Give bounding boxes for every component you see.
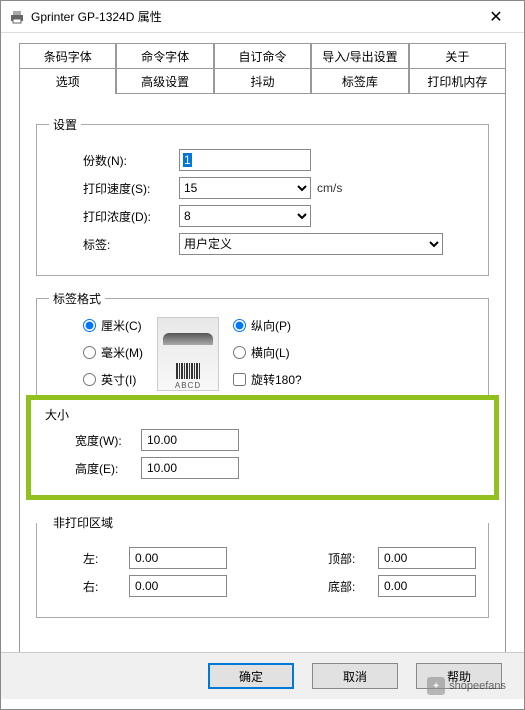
bottom-input[interactable] [378,575,476,597]
speed-label: 打印速度(S): [49,180,179,197]
watermark: ✦ shopeefans [427,677,506,695]
speed-select[interactable]: 15 [179,177,311,199]
stock-select[interactable]: 用户定义 [179,233,443,255]
content-area: 条码字体 命令字体 自订命令 导入/导出设置 关于 选项 高级设置 抖动 标签库… [1,33,524,673]
orientation-landscape-radio[interactable]: 横向(L) [233,344,302,361]
unit-inch-radio[interactable]: 英寸(I) [83,371,143,388]
unit-mm-radio[interactable]: 毫米(M) [83,344,143,361]
height-input[interactable] [141,457,239,479]
tab-options[interactable]: 选项 [19,68,116,94]
rotate180-checkbox[interactable]: 旋转180? [233,371,302,388]
tab-printer-memory[interactable]: 打印机内存 [409,68,506,94]
label-format-group: 标签格式 厘米(C) 毫米(M) 英寸(I) ABCD [36,290,489,395]
tab-import-export[interactable]: 导入/导出设置 [311,43,408,69]
left-input[interactable] [129,547,227,569]
right-label: 右: [49,578,129,595]
label-preview-icon: ABCD [157,317,219,391]
properties-dialog: Gprinter GP-1324D 属性 ✕ 条码字体 命令字体 自订命令 导入… [0,0,525,710]
tab-dither[interactable]: 抖动 [214,68,311,94]
density-label: 打印浓度(D): [49,208,179,225]
width-input[interactable] [141,429,239,451]
wechat-icon: ✦ [427,677,445,695]
printer-icon [9,9,25,25]
settings-legend: 设置 [49,116,81,133]
left-label: 左: [49,550,129,567]
bottom-label: 底部: [328,578,378,595]
watermark-text: shopeefans [449,680,506,692]
settings-group: 设置 份数(N): 1 打印速度(S): 15 cm/s 打印浓度(D): [36,116,489,276]
tab-command-font[interactable]: 命令字体 [116,43,213,69]
label-format-legend: 标签格式 [49,290,105,307]
titlebar: Gprinter GP-1324D 属性 ✕ [1,1,524,33]
cancel-button[interactable]: 取消 [312,663,398,689]
copies-input[interactable]: 1 [183,153,192,167]
speed-unit: cm/s [317,181,342,195]
unit-cm-radio[interactable]: 厘米(C) [83,317,143,334]
stock-label: 标签: [49,236,179,253]
ok-button[interactable]: 确定 [208,663,294,689]
tab-control: 条码字体 命令字体 自订命令 导入/导出设置 关于 选项 高级设置 抖动 标签库… [19,43,506,673]
right-input[interactable] [129,575,227,597]
tab-custom-command[interactable]: 自订命令 [214,43,311,69]
tab-label-library[interactable]: 标签库 [311,68,408,94]
orientation-portrait-radio[interactable]: 纵向(P) [233,317,302,334]
tab-panel-options: 设置 份数(N): 1 打印速度(S): 15 cm/s 打印浓度(D): [19,93,506,673]
copies-label: 份数(N): [49,152,179,169]
width-label: 宽度(W): [41,432,141,449]
size-legend: 大小 [45,406,484,423]
close-icon: ✕ [489,7,502,27]
tab-about[interactable]: 关于 [409,43,506,69]
window-title: Gprinter GP-1324D 属性 [31,8,476,25]
non-print-legend: 非打印区域 [49,514,117,531]
height-label: 高度(E): [41,460,141,477]
non-print-group: 非打印区域 左: 顶部: 右: 底部: [36,514,489,618]
density-select[interactable]: 8 [179,205,311,227]
size-highlight: 大小 宽度(W): 高度(E): [26,395,499,500]
top-input[interactable] [378,547,476,569]
tab-barcode-font[interactable]: 条码字体 [19,43,116,69]
top-label: 顶部: [328,550,378,567]
tab-advanced[interactable]: 高级设置 [116,68,213,94]
close-button[interactable]: ✕ [476,2,516,32]
